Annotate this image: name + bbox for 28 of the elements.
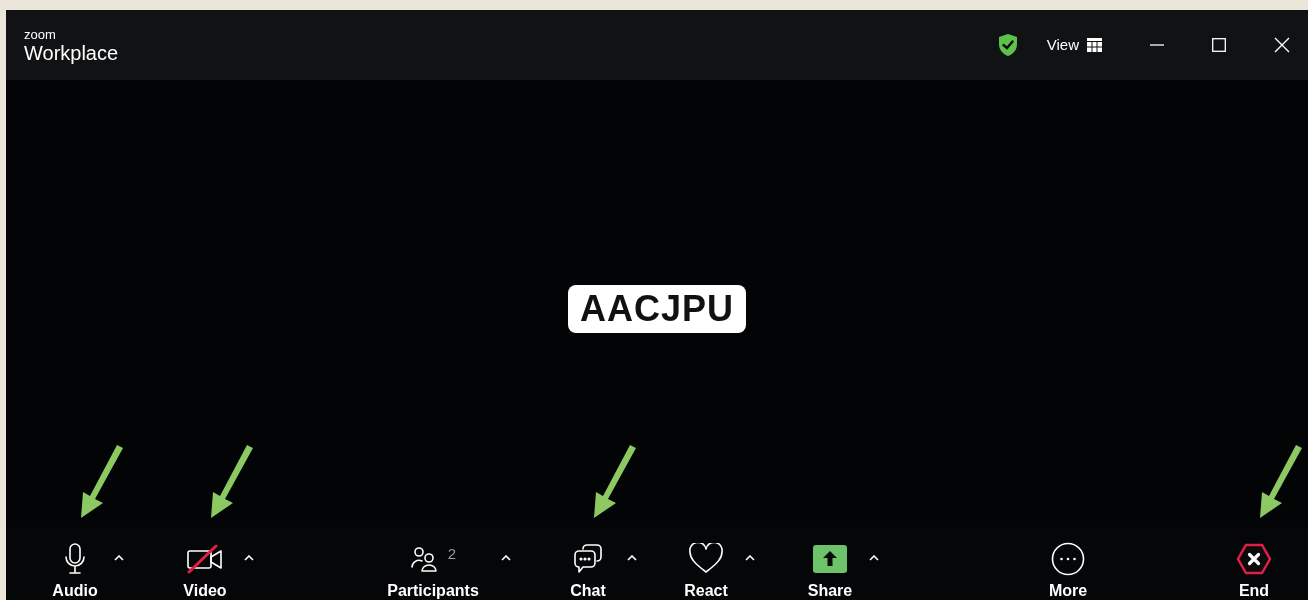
toolbar-button[interactable]: 2 Participants — [378, 527, 488, 600]
toolbar-button[interactable]: React — [661, 527, 751, 600]
caret-up-icon[interactable] — [114, 555, 124, 561]
close-icon[interactable] — [1274, 37, 1290, 53]
caret-up-icon[interactable] — [627, 555, 637, 561]
end-hexagon-icon — [1237, 543, 1271, 575]
maximize-icon[interactable] — [1212, 38, 1226, 52]
toolbar-button[interactable]: Audio — [30, 527, 120, 600]
toolbar-button[interactable]: Share — [785, 527, 875, 600]
toolbar-button[interactable]: End — [1209, 527, 1299, 600]
chat-bubbles-icon — [572, 543, 604, 575]
caret-up-icon[interactable] — [745, 555, 755, 561]
toolbar-button[interactable]: Video — [160, 527, 250, 600]
ellipsis-circle-icon — [1051, 542, 1085, 576]
caret-up-icon[interactable] — [869, 555, 879, 561]
caret-up-icon[interactable] — [244, 555, 254, 561]
app-name: Workplace — [24, 42, 119, 63]
toolbar-button[interactable]: Chat — [543, 527, 633, 600]
view-button[interactable]: View — [1046, 33, 1102, 57]
shield-check-icon — [996, 33, 1019, 57]
participant-count: 2 — [447, 543, 457, 564]
brand-small: zoom — [24, 27, 57, 41]
heart-icon — [688, 543, 724, 575]
caret-up-icon[interactable] — [501, 555, 511, 561]
people-icon — [409, 545, 438, 573]
toolbar-button[interactable]: More — [1023, 527, 1113, 600]
participant-name-label: AACJPU — [568, 284, 746, 333]
grid-icon — [1087, 38, 1102, 52]
